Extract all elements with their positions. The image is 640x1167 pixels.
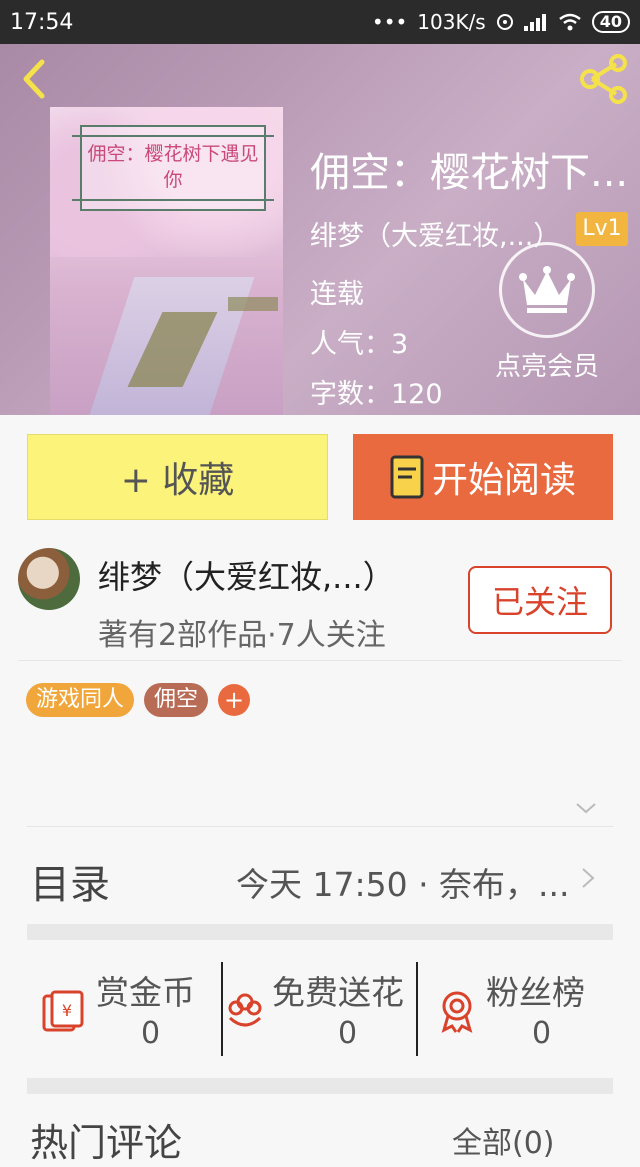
follow-button[interactable]: 已关注: [468, 566, 612, 634]
crown-icon: [519, 266, 575, 313]
cover-hedge: [228, 297, 278, 311]
book-icon: [390, 455, 424, 499]
reward-label: 赏金币: [96, 973, 195, 1012]
section-separator: [27, 1078, 613, 1094]
hotspot-icon: [496, 14, 513, 30]
tag-item[interactable]: 佣空: [144, 683, 209, 717]
signal-icon: [523, 14, 546, 31]
network-speed: 103K/s: [417, 10, 486, 34]
reward-label: 免费送花: [272, 973, 404, 1012]
divider: [27, 826, 613, 827]
author-avatar[interactable]: [18, 548, 80, 610]
follow-label: 已关注: [491, 583, 588, 621]
start-reading-label: 开始阅读: [431, 460, 576, 501]
all-comments-link[interactable]: 全部(0): [452, 1118, 555, 1162]
vip-label: 点亮会员: [494, 352, 599, 382]
share-icon[interactable]: [578, 54, 630, 104]
notification-dots: •••: [371, 10, 408, 34]
reward-fans[interactable]: 粉丝榜 0: [434, 962, 614, 1058]
back-arrow-icon[interactable]: [14, 54, 54, 104]
svg-text:¥: ¥: [62, 1001, 72, 1020]
favorite-button[interactable]: + 收藏: [27, 434, 328, 520]
reward-flowers[interactable]: 免费送花 0: [222, 962, 417, 1058]
toc-latest-chapter[interactable]: 今天 17:50 · 奈布，...: [236, 858, 572, 906]
status-time: 17:54: [10, 9, 74, 35]
chevron-right-icon[interactable]: [580, 866, 596, 890]
reward-value: 0: [141, 1016, 161, 1051]
status-right: ••• 103K/s 40: [372, 10, 630, 34]
author-stats: 著有2部作品·7人关注: [98, 618, 386, 653]
book-status: 连载: [310, 279, 364, 310]
tag-list: 游戏同人 佣空 +: [26, 683, 251, 717]
tag-item[interactable]: 游戏同人: [26, 683, 135, 717]
reward-coins[interactable]: ¥ 赏金币 0: [40, 962, 210, 1058]
level-badge: Lv1: [576, 212, 628, 246]
reward-value: 0: [338, 1016, 358, 1051]
cover-title: 佣空：樱花树下遇见你: [72, 125, 274, 211]
divider: [416, 962, 418, 1056]
vip-circle: [499, 242, 595, 338]
reward-label: 粉丝榜: [486, 973, 585, 1012]
book-header: 佣空：樱花树下遇见你 佣空：樱花树下... 绯梦（大爱红妆,...） Lv1 连…: [0, 44, 640, 415]
add-tag-button[interactable]: +: [218, 684, 251, 716]
hot-comments-title: 热门评论: [30, 1121, 183, 1165]
section-separator: [27, 924, 613, 940]
medal-icon: [441, 991, 473, 1033]
author-name[interactable]: 绯梦（大爱红妆,...）: [98, 552, 395, 598]
book-word-count: 字数：120: [310, 379, 443, 410]
book-popularity: 人气：3: [310, 329, 409, 360]
divider: [18, 660, 622, 661]
book-cover[interactable]: 佣空：樱花树下遇见你: [50, 107, 283, 415]
vip-button[interactable]: 点亮会员: [485, 242, 609, 383]
start-reading-button[interactable]: 开始阅读: [353, 434, 613, 520]
book-title: 佣空：樱花树下...: [310, 150, 629, 190]
toc-title[interactable]: 目录: [30, 852, 110, 910]
wifi-icon: [558, 13, 581, 31]
battery-indicator: 40: [591, 11, 630, 33]
status-bar: 17:54 ••• 103K/s 40: [0, 0, 640, 44]
chevron-down-icon[interactable]: [574, 800, 598, 816]
reward-value: 0: [532, 1016, 552, 1051]
flower-icon: [228, 993, 262, 1027]
red-envelope-icon: ¥: [42, 990, 84, 1032]
favorite-label: + 收藏: [120, 460, 235, 501]
